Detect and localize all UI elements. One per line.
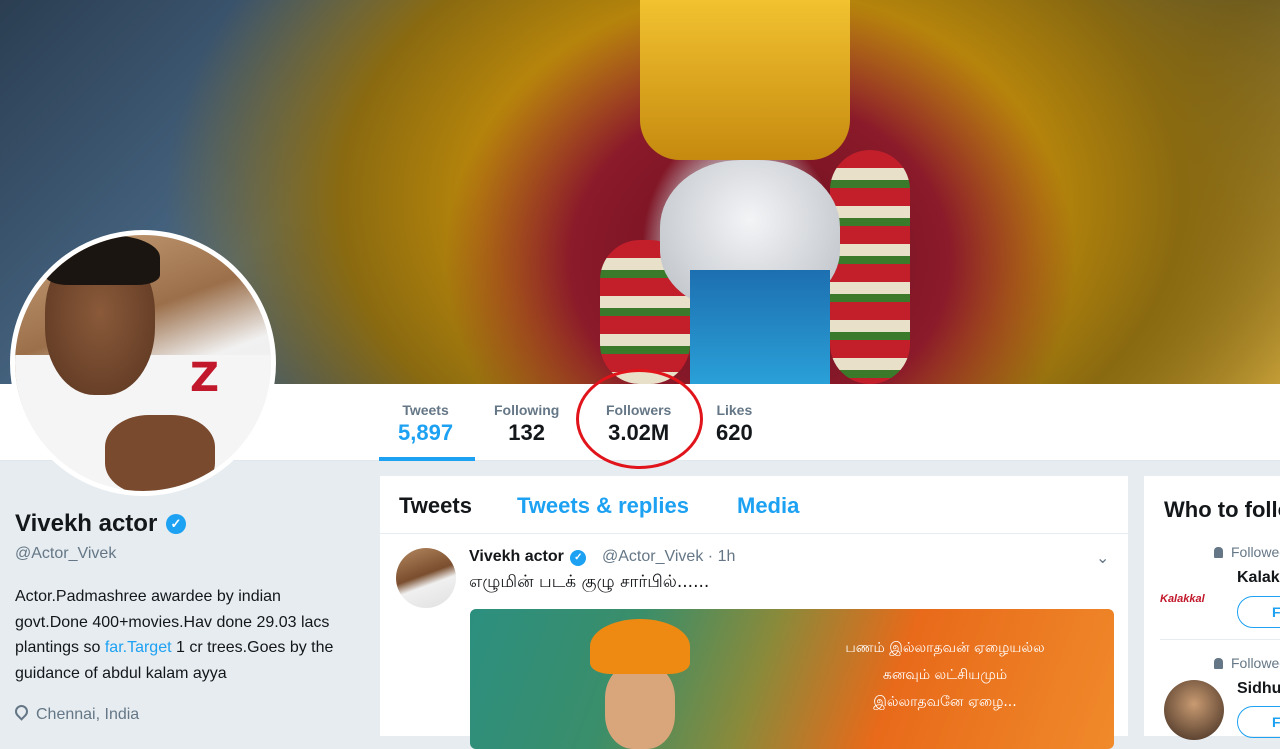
- nav-stat-following[interactable]: Following 132: [494, 402, 559, 446]
- nav-stat-tweets[interactable]: Tweets 5,897: [398, 402, 453, 446]
- stat-value: 132: [508, 420, 546, 445]
- timeline-tabs: Tweets Tweets & replies Media: [380, 476, 1128, 534]
- tweet-separator: ·: [707, 548, 714, 565]
- followers-highlight-circle: [576, 369, 703, 469]
- banner-robe: [690, 270, 830, 384]
- location-pin-icon: [12, 702, 31, 721]
- image-portrait: [590, 619, 690, 749]
- divider: [1160, 639, 1280, 640]
- stat-label: Likes: [716, 402, 753, 418]
- follow-button[interactable]: Follow: [1237, 706, 1280, 738]
- quote-line: பணம் இல்லாதவன் ஏழையல்ல: [845, 640, 1045, 656]
- person-icon: [1214, 547, 1223, 558]
- location-text: Chennai, India: [36, 706, 140, 723]
- avatar-shirt-logo: Z: [190, 355, 220, 401]
- tweet-meta: @Actor_Vivek · 1h: [602, 548, 735, 566]
- tweet-author-handle[interactable]: @Actor_Vivek: [602, 548, 703, 565]
- followed-by-text: Followed by: [1214, 544, 1280, 560]
- tweet-author-name-text: Vivekh actor: [469, 548, 564, 565]
- banner-garland-right: [830, 150, 910, 384]
- followed-by-label: Followed by: [1231, 655, 1280, 671]
- who-to-follow-panel: Who to follow Followed by Kalakkal Kalak…: [1144, 476, 1280, 740]
- banner-crown: [640, 0, 850, 160]
- stat-value: 5,897: [398, 420, 454, 445]
- portrait-face: [605, 664, 675, 749]
- profile-handle[interactable]: @Actor_Vivek: [15, 545, 116, 563]
- followed-by-text: Followed by: [1214, 655, 1280, 671]
- nav-stat-likes[interactable]: Likes 620: [716, 402, 753, 446]
- stat-label: Following: [494, 402, 560, 418]
- chevron-down-icon[interactable]: ⌄: [1096, 548, 1109, 568]
- stat-label: Tweets: [402, 402, 449, 418]
- quote-line: கனவும் லட்சியமும்: [882, 667, 1008, 683]
- follow-button[interactable]: Follow: [1237, 596, 1280, 628]
- active-tab-indicator: [379, 457, 475, 461]
- person-icon: [1214, 658, 1223, 669]
- profile-bio: Actor.Padmashree awardee by indian govt.…: [15, 584, 345, 686]
- suggested-account-logo[interactable]: Kalakkal: [1160, 584, 1224, 614]
- tweet-text: எழுமின் படக் குழு சார்பில்......: [469, 572, 710, 592]
- tweet-timestamp[interactable]: 1h: [718, 548, 736, 565]
- verified-badge-icon: ✓: [570, 550, 587, 566]
- profile-name[interactable]: Vivekh actor ✓: [15, 510, 186, 538]
- image-quote-text: பணம் இல்லாதவன் ஏழையல்ல கனவும் லட்சியமும்…: [800, 635, 1090, 716]
- portrait-turban: [590, 619, 690, 674]
- followed-by-label: Followed by: [1231, 544, 1280, 560]
- tab-media[interactable]: Media: [737, 493, 799, 519]
- profile-name-text: Vivekh actor: [15, 510, 158, 537]
- bio-link[interactable]: far.Target: [105, 639, 172, 656]
- tab-tweets[interactable]: Tweets: [399, 493, 472, 519]
- suggested-account-name[interactable]: Kalakkal: [1237, 569, 1280, 587]
- verified-badge-icon: ✓: [165, 514, 186, 534]
- quote-line: இல்லாதவனே ஏழை...: [873, 694, 1017, 710]
- profile-avatar[interactable]: Z: [10, 230, 276, 496]
- avatar-hair: [45, 235, 160, 285]
- tweet-media-image[interactable]: பணம் இல்லாதவன் ஏழையல்ல கனவும் லட்சியமும்…: [470, 609, 1114, 749]
- suggested-account-avatar[interactable]: [1164, 680, 1224, 740]
- avatar-fist: [105, 415, 215, 491]
- tab-tweets-replies[interactable]: Tweets & replies: [517, 493, 689, 519]
- profile-location: Chennai, India: [12, 702, 140, 724]
- who-to-follow-title: Who to follow: [1164, 497, 1280, 522]
- timeline-panel: Tweets Tweets & replies Media Vivekh act…: [380, 476, 1128, 749]
- tweet-author-name[interactable]: Vivekh actor ✓: [469, 548, 587, 566]
- suggested-account-name[interactable]: Sidhu: [1237, 680, 1280, 698]
- tweet-author-avatar[interactable]: [396, 548, 456, 608]
- stat-value: 620: [716, 420, 753, 445]
